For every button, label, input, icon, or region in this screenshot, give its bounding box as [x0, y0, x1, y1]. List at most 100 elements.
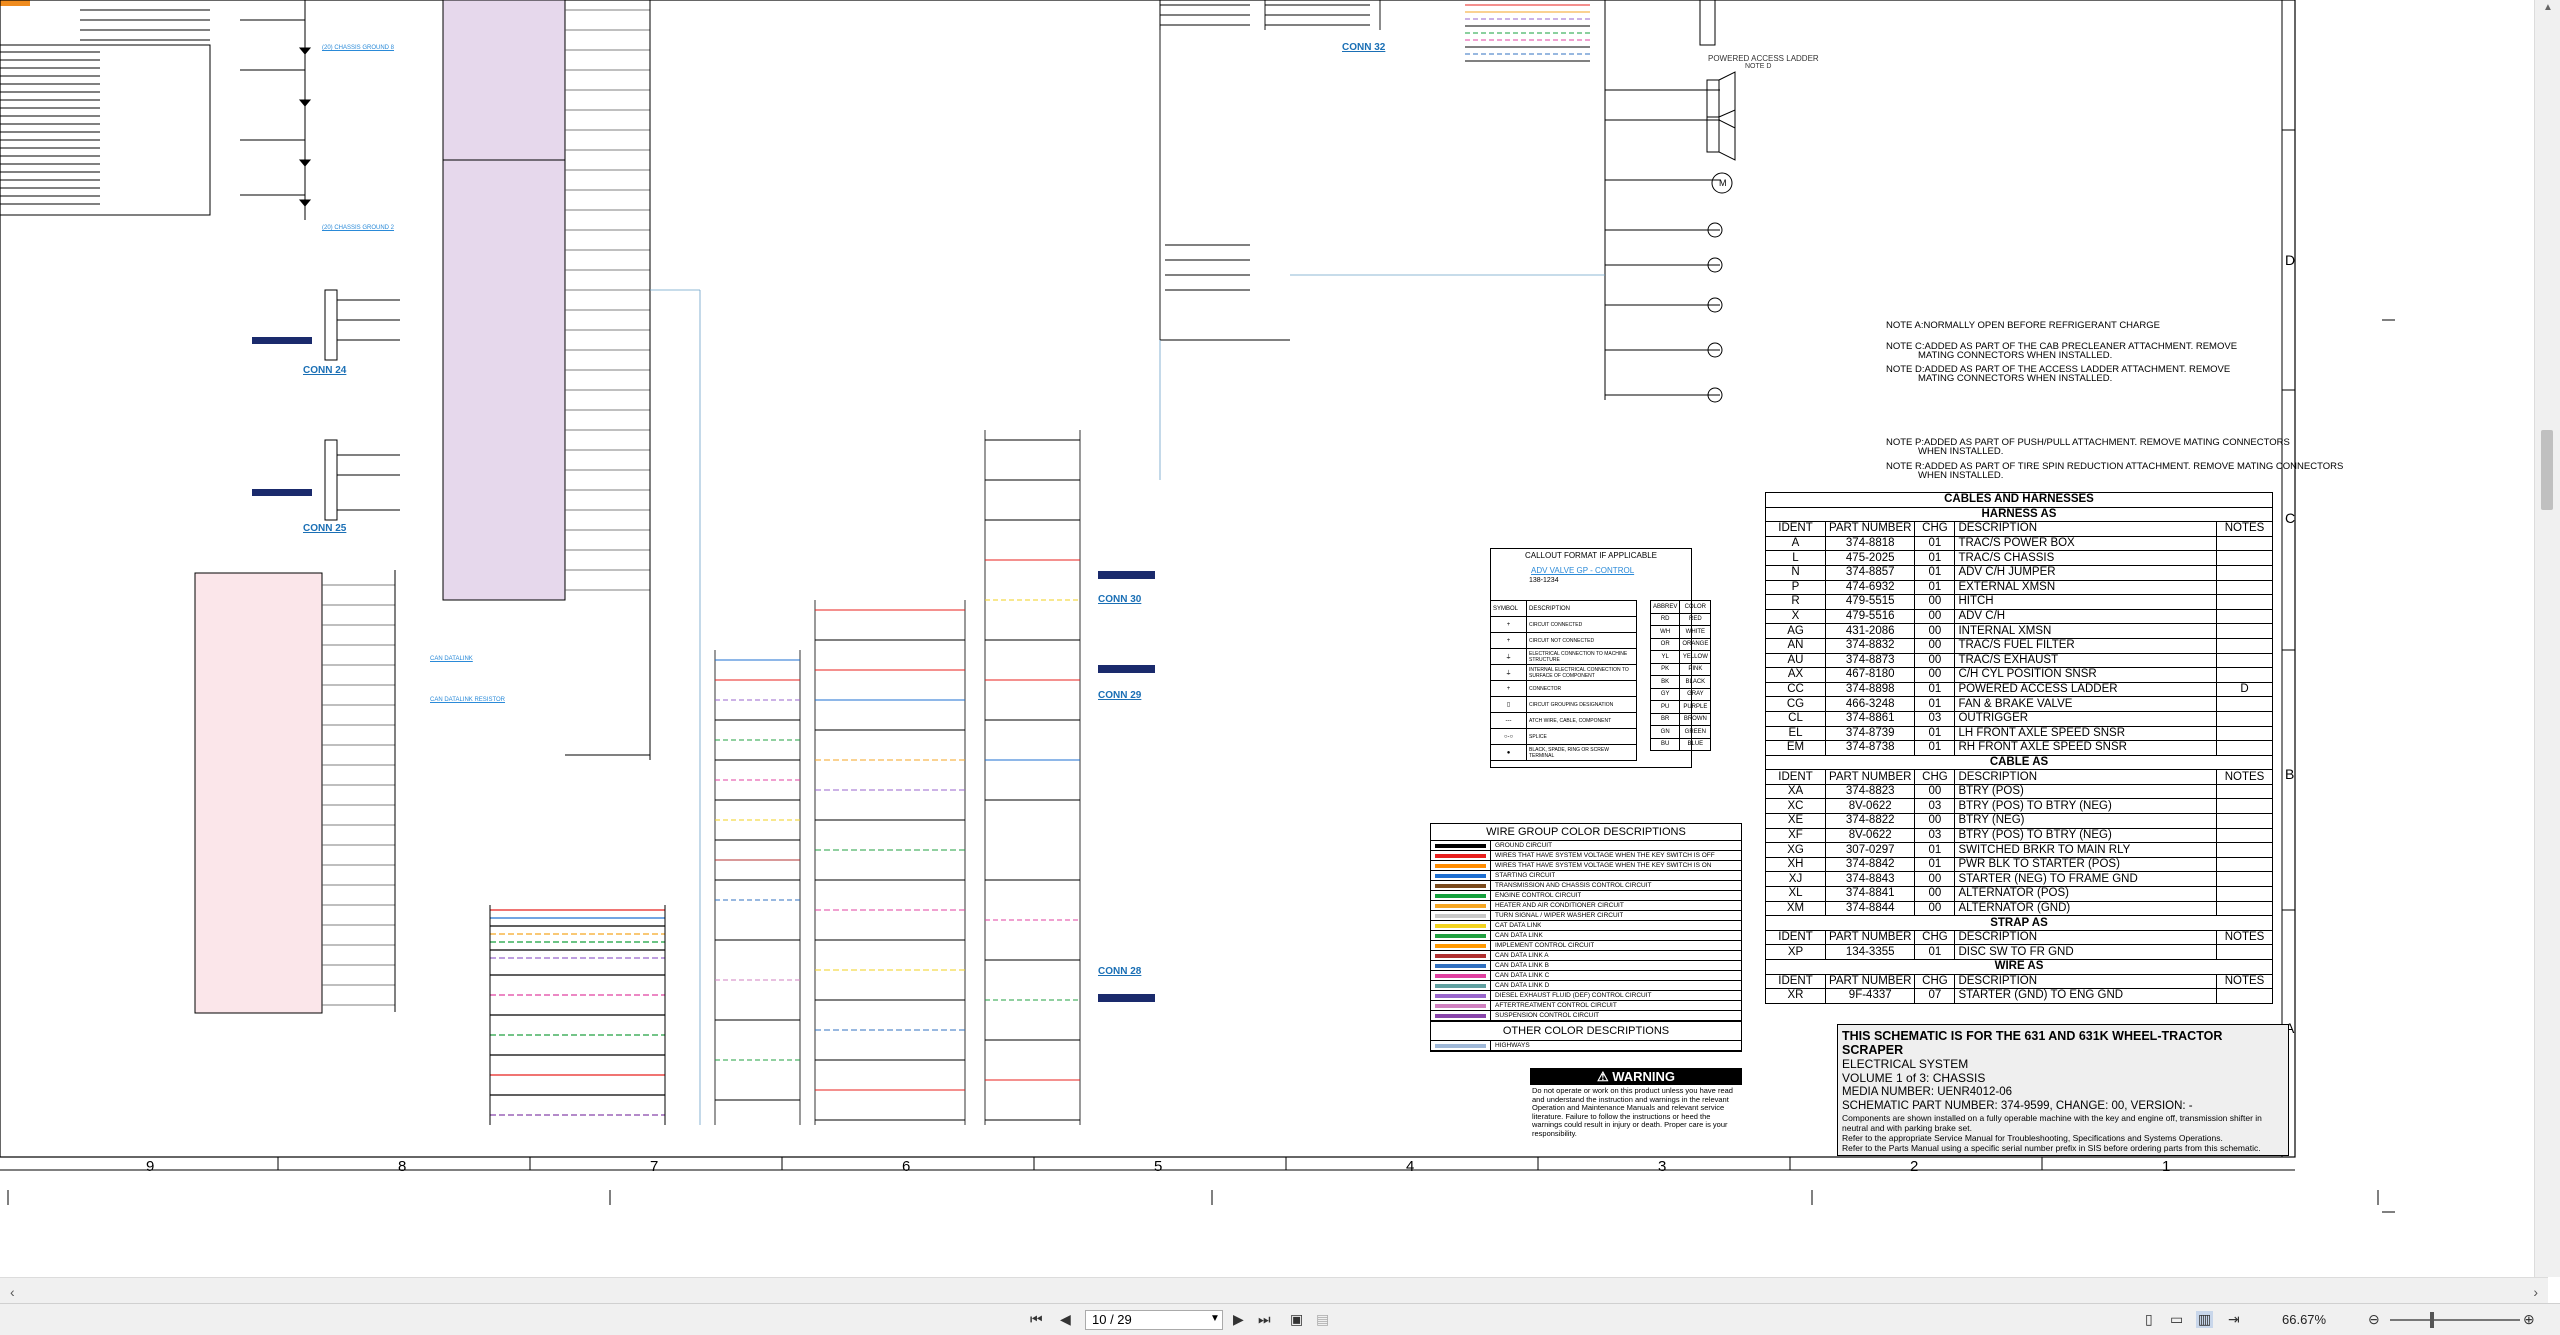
zoom-slider-track[interactable]	[2390, 1319, 2520, 1321]
vertical-scroll-thumb[interactable]	[2541, 430, 2553, 510]
wire-color-bar	[1435, 944, 1486, 948]
callout-example: ADV VALVE GP - CONTROL	[1531, 566, 1635, 575]
table-cell: 8V-0622	[1824, 798, 1916, 815]
color-abbrev: PU	[1649, 700, 1681, 714]
callout-example-number: 138-1234	[1529, 577, 1559, 584]
table-cell: XL	[1765, 886, 1826, 902]
table-cell: 00	[1914, 652, 1956, 669]
table-row: XF 8V-0622 03 BTRY (POS) TO BTRY (NEG)	[1765, 827, 2273, 844]
table-cell	[2216, 608, 2273, 625]
table-cell: 01	[1914, 579, 1956, 596]
table-cell: XC	[1765, 798, 1826, 815]
fit-page-icon[interactable]: ▣	[1290, 1311, 1303, 1328]
table-cell: ADV C/H JUMPER	[1954, 564, 2217, 581]
warning-text: Do not operate or work on this product u…	[1532, 1086, 1733, 1138]
ground-link[interactable]: (20) CHASSIS GROUND 2	[322, 225, 394, 231]
fit-width-icon[interactable]: ▤	[1316, 1311, 1329, 1328]
callout-title: CALLOUT FORMAT IF APPLICABLE	[1524, 551, 1658, 560]
can-datalink-resistor-link[interactable]: CAN DATALINK RESISTOR	[430, 697, 505, 703]
table-cell	[2216, 813, 2273, 829]
wire-color-bar	[1435, 924, 1486, 928]
scroll-up-icon[interactable]: ▲	[2543, 2, 2553, 13]
connector-label[interactable]: CONN 32	[1342, 42, 1385, 53]
vertical-scrollbar[interactable]: ▲	[2534, 0, 2560, 1277]
table-row: WH WHITE	[1649, 625, 1712, 639]
wire-group-label: WIRES THAT HAVE SYSTEM VOLTAGE WHEN THE …	[1495, 862, 1712, 869]
viewer-toolbar: ⏮ ◀ 10 / 29 ▼ ▶ ⏭ ▣ ▤ ▯ ▭ ▥ ⇥ 66.67% ⊖ ⊕	[0, 1303, 2560, 1335]
table-cell: 134-3355	[1824, 944, 1916, 960]
connector-label[interactable]: CONN 28	[1098, 966, 1141, 977]
zoom-slider-handle[interactable]	[2430, 1312, 2434, 1328]
zoom-level[interactable]: 66.67%	[2282, 1312, 2326, 1327]
powered-access-ladder-label: POWERED ACCESS LADDER	[1708, 54, 1819, 63]
color-name: PINK	[1679, 662, 1712, 676]
can-datalink-link[interactable]: CAN DATALINK	[430, 656, 473, 662]
connector-label[interactable]: CONN 24	[303, 365, 346, 376]
table-cell	[2216, 535, 2273, 552]
first-page-icon[interactable]: ⏮	[1030, 1311, 1043, 1328]
continuous-view-icon[interactable]: ▭	[2170, 1311, 2183, 1328]
table-section-title: STRAP AS	[1765, 915, 2273, 931]
table-cell: LH FRONT AXLE SPEED SNSR	[1954, 725, 2217, 742]
symbol-glyph-icon: +	[1490, 632, 1527, 649]
two-page-view-icon[interactable]: ▥	[2196, 1311, 2214, 1328]
table-cell: XJ	[1765, 871, 1826, 888]
scroll-right-icon[interactable]: ›	[2533, 1284, 2538, 1300]
note-c-cont: MATING CONNECTORS WHEN INSTALLED.	[1918, 350, 2113, 361]
table-section-row: STRAP AS	[1765, 915, 2273, 931]
document-area[interactable]: M 9 8 7 6 5 4 3 2 1 D C B A CONN 24 CONN…	[0, 0, 2534, 1268]
schematic-part-number: SCHEMATIC PART NUMBER: 374-9599, CHANGE:…	[1842, 1100, 2193, 1112]
scroll-mode-icon[interactable]: ⇥	[2228, 1311, 2240, 1328]
table-cell	[2216, 886, 2273, 902]
color-name: ORANGE	[1679, 637, 1712, 651]
connector-label[interactable]: CONN 25	[303, 523, 346, 534]
table-header-cell: CHG	[1914, 929, 1956, 946]
table-header-cell: CHG	[1914, 769, 1956, 785]
connector-label[interactable]: CONN 29	[1098, 690, 1141, 701]
connector-label[interactable]: CONN 30	[1098, 594, 1141, 605]
previous-page-icon[interactable]: ◀	[1060, 1311, 1071, 1328]
horizontal-scrollbar[interactable]: ‹ ›	[0, 1277, 2548, 1303]
page-dropdown-icon[interactable]: ▼	[1210, 1313, 1220, 1324]
note-p-cont: WHEN INSTALLED.	[1918, 446, 2004, 457]
wire-color-bar	[1435, 914, 1486, 918]
color-name: BLUE	[1679, 737, 1712, 751]
table-row: CC 374-8898 01 POWERED ACCESS LADDER D	[1765, 681, 2273, 698]
table-header-row: IDENT PART NUMBER CHG DESCRIPTION NOTES	[1765, 769, 2273, 785]
last-page-icon[interactable]: ⏭	[1258, 1311, 1271, 1328]
table-section-title: CABLES AND HARNESSES	[1765, 492, 2273, 508]
wire-color-bar	[1435, 994, 1486, 998]
wire-color-swatch	[1431, 1041, 1491, 1050]
table-header-cell: DESCRIPTION	[1954, 973, 2217, 990]
table-section-row: HARNESS AS	[1765, 506, 2273, 523]
color-name: PURPLE	[1679, 700, 1712, 714]
zoom-in-icon[interactable]: ⊕	[2523, 1311, 2535, 1328]
page-number-field[interactable]: 10 / 29	[1085, 1310, 1223, 1330]
next-page-icon[interactable]: ▶	[1233, 1311, 1244, 1328]
table-cell: TRAC/S CHASSIS	[1954, 550, 2217, 566]
table-cell: BTRY (POS) TO BTRY (NEG)	[1954, 827, 2217, 844]
table-cell: 00	[1914, 608, 1956, 625]
table-cell: AX	[1765, 667, 1826, 683]
single-page-view-icon[interactable]: ▯	[2145, 1311, 2153, 1328]
table-row: L 475-2025 01 TRAC/S CHASSIS	[1765, 550, 2273, 566]
table-header-cell: CHG	[1914, 521, 1956, 537]
table-cell: 01	[1914, 535, 1956, 552]
ground-link[interactable]: (20) CHASSIS GROUND 8	[322, 45, 394, 51]
zoom-out-icon[interactable]: ⊖	[2368, 1311, 2380, 1328]
table-header-cell: CHG	[1914, 973, 1956, 990]
wire-color-bar	[1435, 974, 1486, 978]
table-row: XM 374-8844 00 ALTERNATOR (GND)	[1765, 900, 2273, 917]
color-abbrev: GN	[1649, 725, 1681, 739]
symbol-description: CONNECTOR	[1526, 680, 1637, 697]
color-abbrev: GY	[1649, 687, 1681, 701]
table-cell	[2216, 652, 2273, 669]
wire-group-label: STARTING CIRCUIT	[1495, 872, 1556, 879]
table-header-cell: DESCRIPTION	[1954, 521, 2217, 537]
table-row: XJ 374-8843 00 STARTER (NEG) TO FRAME GND	[1765, 871, 2273, 888]
scroll-left-icon[interactable]: ‹	[10, 1284, 15, 1300]
symbol-description: INTERNAL ELECTRICAL CONNECTION TO SURFAC…	[1526, 664, 1637, 681]
table-cell: A	[1765, 535, 1826, 552]
table-cell: POWERED ACCESS LADDER	[1954, 681, 2217, 698]
table-cell: 00	[1914, 623, 1956, 639]
